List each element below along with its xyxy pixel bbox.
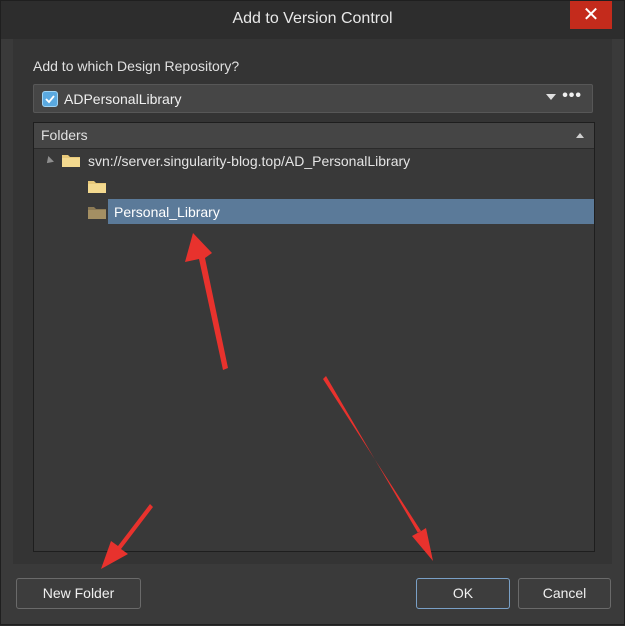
tree-item-label[interactable]: Personal_Library <box>114 204 220 220</box>
add-to-version-control-dialog: Add to Version Control ✕ Add to which De… <box>0 0 625 625</box>
folders-header-label: Folders <box>41 127 88 143</box>
more-options-button[interactable]: ••• <box>562 87 582 105</box>
new-folder-button[interactable]: New Folder <box>16 578 141 609</box>
folders-column-header[interactable]: Folders <box>34 123 594 149</box>
sort-ascending-icon[interactable] <box>576 133 584 138</box>
repository-selected-value: ADPersonalLibrary <box>64 91 182 107</box>
folder-icon <box>62 155 80 167</box>
chevron-down-icon[interactable] <box>546 94 556 100</box>
close-icon: ✕ <box>582 4 600 26</box>
repository-label: Add to which Design Repository? <box>33 58 240 74</box>
folders-tree[interactable]: Folders svn://server.singularity-blog.to… <box>33 122 595 552</box>
repository-icon <box>42 91 58 107</box>
dialog-title: Add to Version Control <box>232 10 393 27</box>
close-button[interactable]: ✕ <box>570 1 612 29</box>
expand-toggle-icon[interactable] <box>44 156 54 166</box>
tree-root-label[interactable]: svn://server.singularity-blog.top/AD_Per… <box>88 153 410 169</box>
folder-icon <box>88 207 106 219</box>
repository-dropdown[interactable]: ADPersonalLibrary ••• <box>33 84 593 113</box>
cancel-button[interactable]: Cancel <box>518 578 611 609</box>
title-bar: Add to Version Control ✕ <box>1 1 624 39</box>
ok-button[interactable]: OK <box>416 578 510 609</box>
folder-icon[interactable] <box>88 179 106 193</box>
